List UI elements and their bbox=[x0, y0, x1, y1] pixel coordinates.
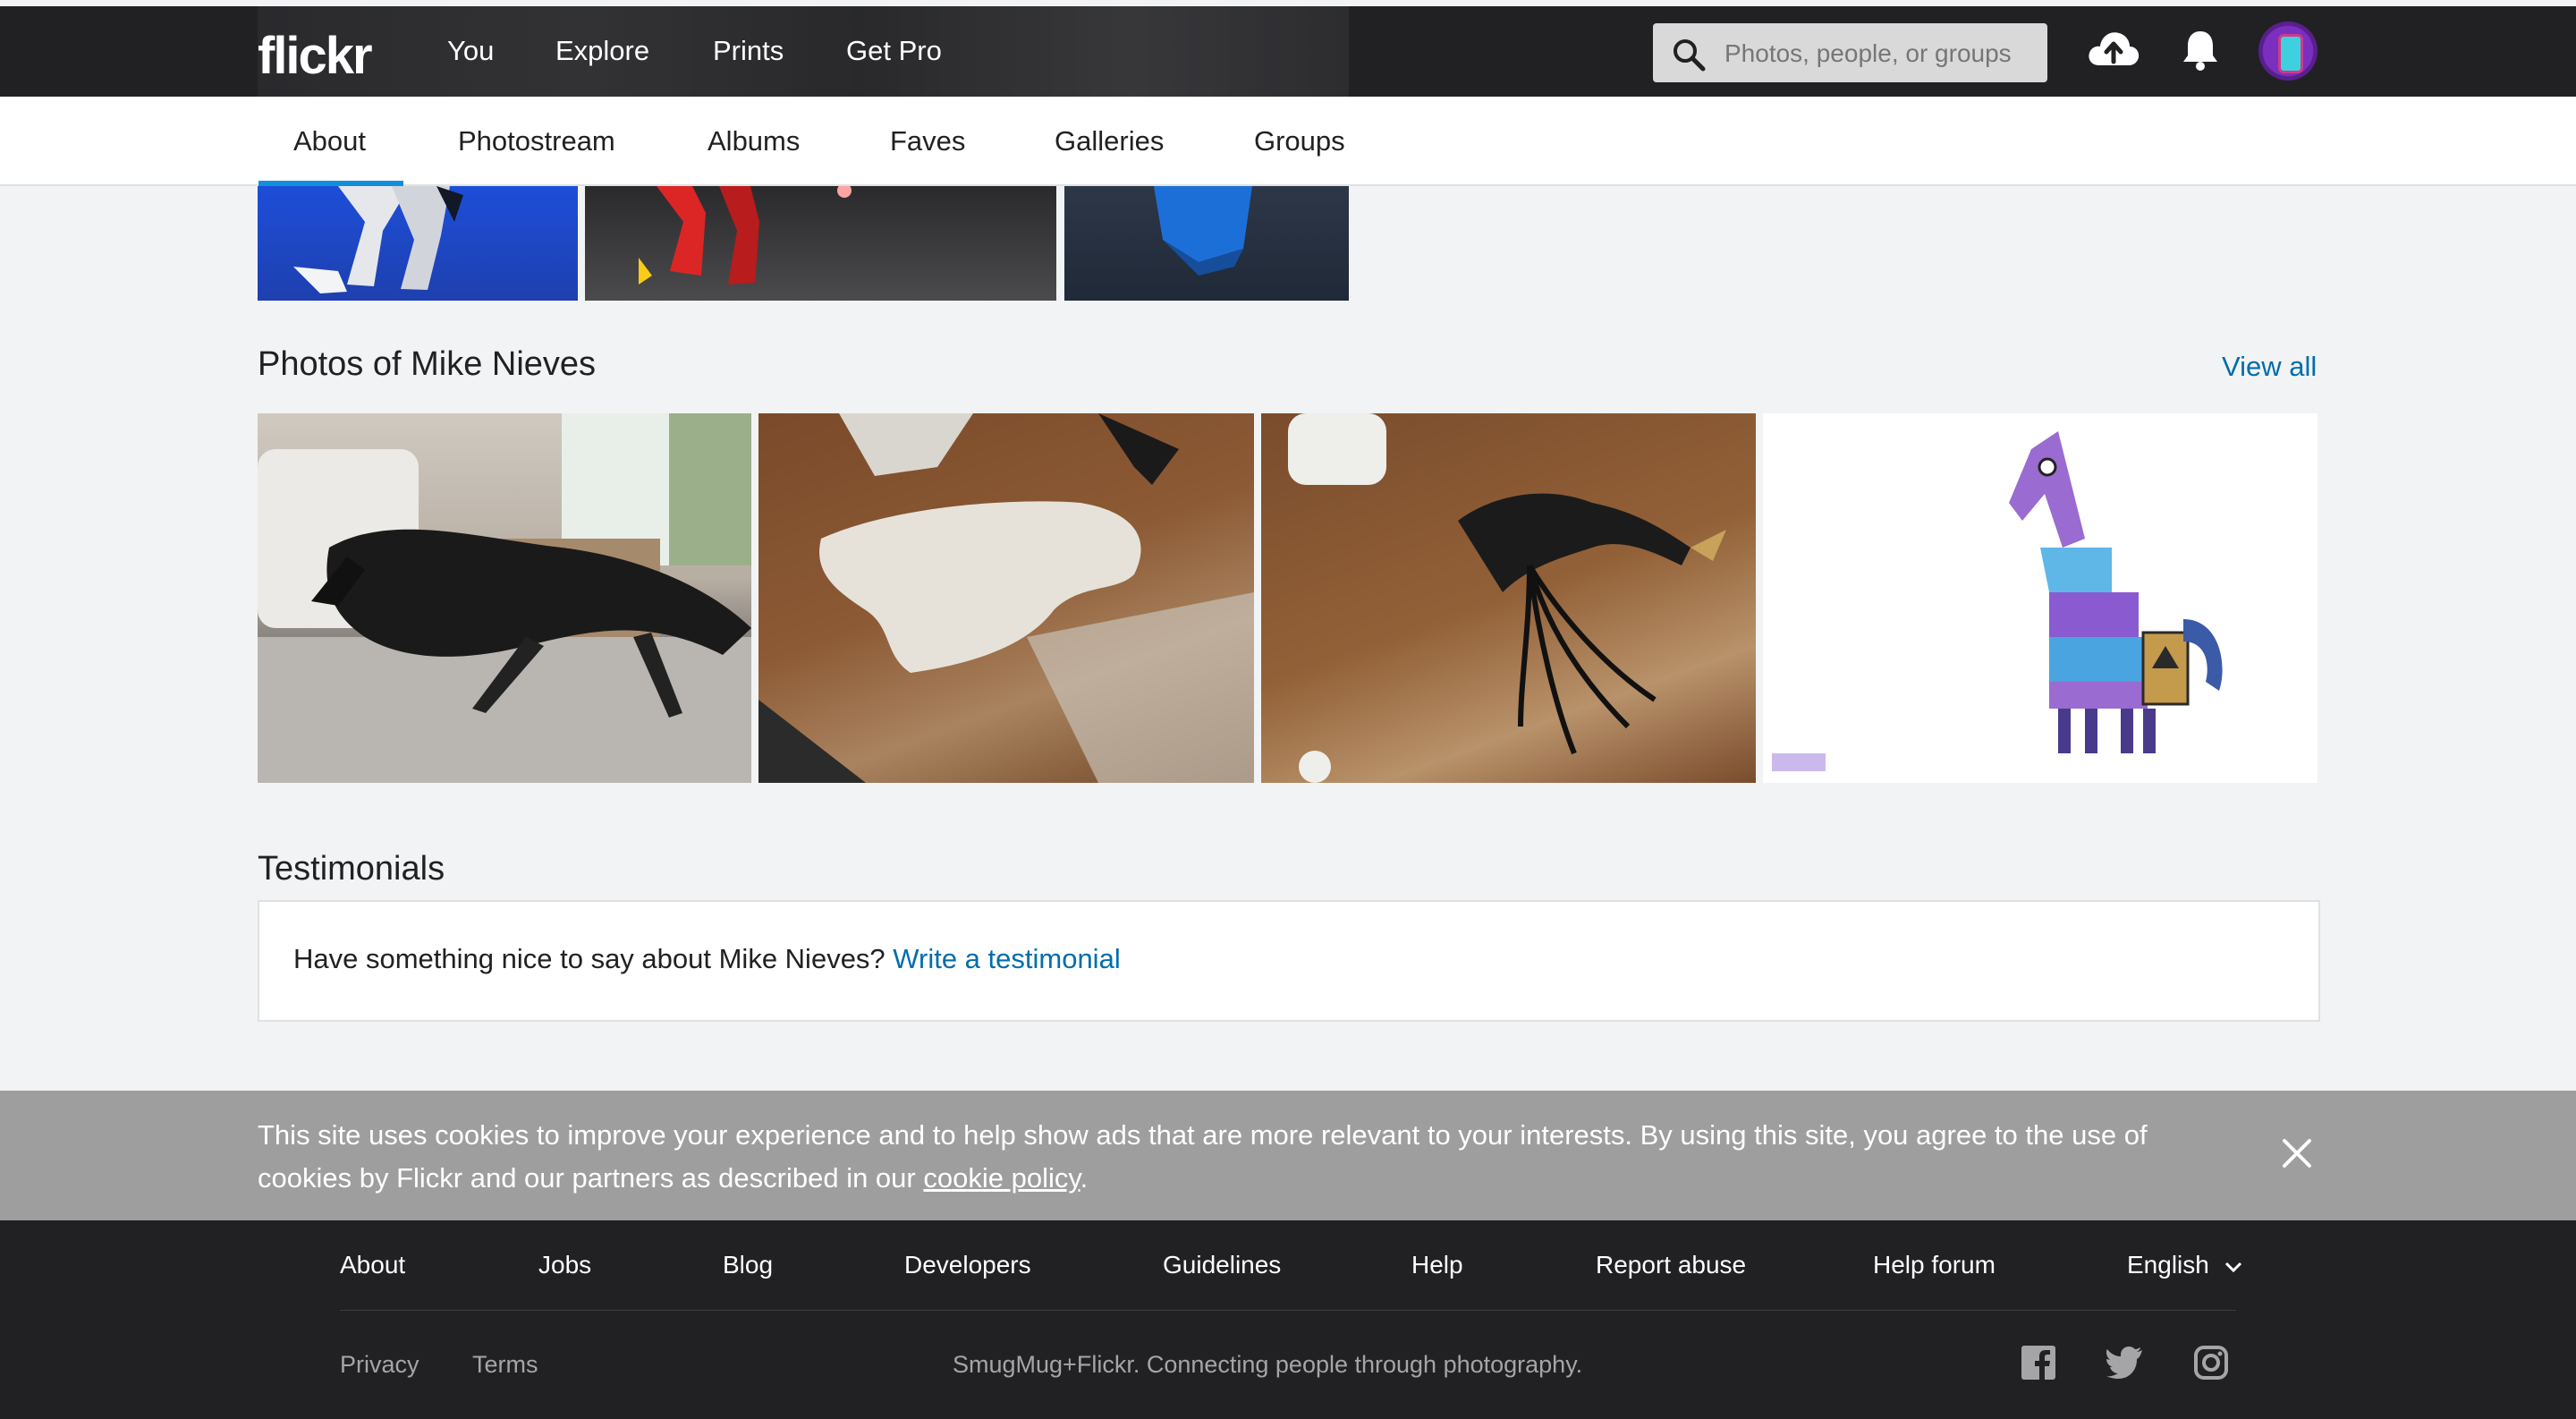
photo-thumbnail[interactable] bbox=[758, 413, 1254, 783]
testimonial-prompt: Have something nice to say about Mike Ni… bbox=[293, 943, 886, 974]
robot-figure-image bbox=[293, 186, 463, 293]
site-footer: About Jobs Blog Developers Guidelines He… bbox=[0, 1220, 2576, 1419]
tab-about[interactable]: About bbox=[293, 125, 366, 157]
blue-brick-image bbox=[1154, 186, 1252, 276]
black-dragon-image bbox=[258, 413, 751, 783]
write-testimonial-link[interactable]: Write a testimonial bbox=[893, 943, 1120, 974]
facebook-icon[interactable] bbox=[2021, 1346, 2055, 1380]
avatar-graphic bbox=[2278, 34, 2303, 73]
nav-explore[interactable]: Explore bbox=[555, 35, 649, 67]
tab-galleries[interactable]: Galleries bbox=[1055, 125, 1164, 157]
language-label: English bbox=[2127, 1251, 2209, 1279]
instagram-icon[interactable] bbox=[2194, 1346, 2228, 1380]
dragon-wing-cutout-image bbox=[758, 413, 1254, 783]
photo-thumbnail[interactable] bbox=[585, 186, 1056, 301]
footer-link-help[interactable]: Help bbox=[1411, 1251, 1463, 1279]
nav-prints[interactable]: Prints bbox=[713, 35, 784, 67]
tab-groups[interactable]: Groups bbox=[1254, 125, 1345, 157]
close-icon[interactable] bbox=[2281, 1137, 2313, 1169]
cookie-text-end: . bbox=[1080, 1162, 1089, 1194]
photo-thumbnail[interactable] bbox=[1763, 413, 2318, 783]
flickr-logo[interactable]: flickr bbox=[258, 26, 373, 86]
testimonial-prompt-line: Have something nice to say about Mike Ni… bbox=[293, 943, 1121, 975]
photo-thumbnail[interactable] bbox=[1064, 186, 1349, 301]
photo-thumbnail[interactable] bbox=[1261, 413, 1756, 783]
dragon-skeleton-image bbox=[1288, 413, 1726, 783]
upload-cloud-icon[interactable] bbox=[2086, 26, 2141, 71]
red-robot-image bbox=[639, 186, 961, 285]
footer-link-terms[interactable]: Terms bbox=[472, 1351, 538, 1379]
chevron-down-icon bbox=[2224, 1262, 2241, 1273]
nav-get-pro[interactable]: Get Pro bbox=[846, 35, 942, 67]
footer-link-about[interactable]: About bbox=[340, 1251, 405, 1279]
llama-pinata-image bbox=[1772, 431, 2223, 771]
header-background-photo bbox=[258, 6, 1349, 97]
search-input[interactable] bbox=[1723, 23, 2039, 84]
testimonials-title: Testimonials bbox=[258, 850, 445, 888]
cookie-text: This site uses cookies to improve your e… bbox=[258, 1119, 2148, 1194]
footer-link-privacy[interactable]: Privacy bbox=[340, 1351, 419, 1379]
footer-link-report-abuse[interactable]: Report abuse bbox=[1596, 1251, 1746, 1279]
language-selector[interactable]: English bbox=[2127, 1251, 2243, 1279]
footer-divider bbox=[340, 1310, 2236, 1311]
footer-link-guidelines[interactable]: Guidelines bbox=[1163, 1251, 1281, 1279]
cookie-text-block: This site uses cookies to improve your e… bbox=[258, 1114, 2225, 1200]
tab-photostream[interactable]: Photostream bbox=[458, 125, 615, 157]
cookie-banner: This site uses cookies to improve your e… bbox=[0, 1091, 2576, 1220]
photo-thumbnail[interactable] bbox=[258, 413, 751, 783]
global-header: flickr You Explore Prints Get Pro bbox=[0, 6, 2576, 97]
tab-albums[interactable]: Albums bbox=[708, 125, 800, 157]
search-box[interactable] bbox=[1653, 23, 2047, 84]
notifications-bell-icon[interactable] bbox=[2181, 28, 2220, 72]
footer-link-help-forum[interactable]: Help forum bbox=[1873, 1251, 1996, 1279]
photo-thumbnail[interactable] bbox=[258, 186, 578, 301]
footer-tagline: SmugMug+Flickr. Connecting people throug… bbox=[953, 1351, 1583, 1378]
footer-link-developers[interactable]: Developers bbox=[904, 1251, 1031, 1279]
tab-faves[interactable]: Faves bbox=[890, 125, 965, 157]
user-avatar[interactable] bbox=[2258, 21, 2318, 81]
twitter-icon[interactable] bbox=[2106, 1346, 2144, 1380]
profile-subnav: About Photostream Albums Faves Galleries… bbox=[0, 97, 2576, 186]
search-icon bbox=[1674, 39, 1706, 72]
testimonials-box: Have something nice to say about Mike Ni… bbox=[258, 900, 2320, 1022]
footer-link-blog[interactable]: Blog bbox=[723, 1251, 773, 1279]
view-all-link[interactable]: View all bbox=[2222, 351, 2317, 383]
cookie-policy-link[interactable]: cookie policy bbox=[923, 1162, 1080, 1194]
nav-you[interactable]: You bbox=[447, 35, 494, 67]
photos-section-title: Photos of Mike Nieves bbox=[258, 345, 597, 383]
footer-link-jobs[interactable]: Jobs bbox=[538, 1251, 591, 1279]
